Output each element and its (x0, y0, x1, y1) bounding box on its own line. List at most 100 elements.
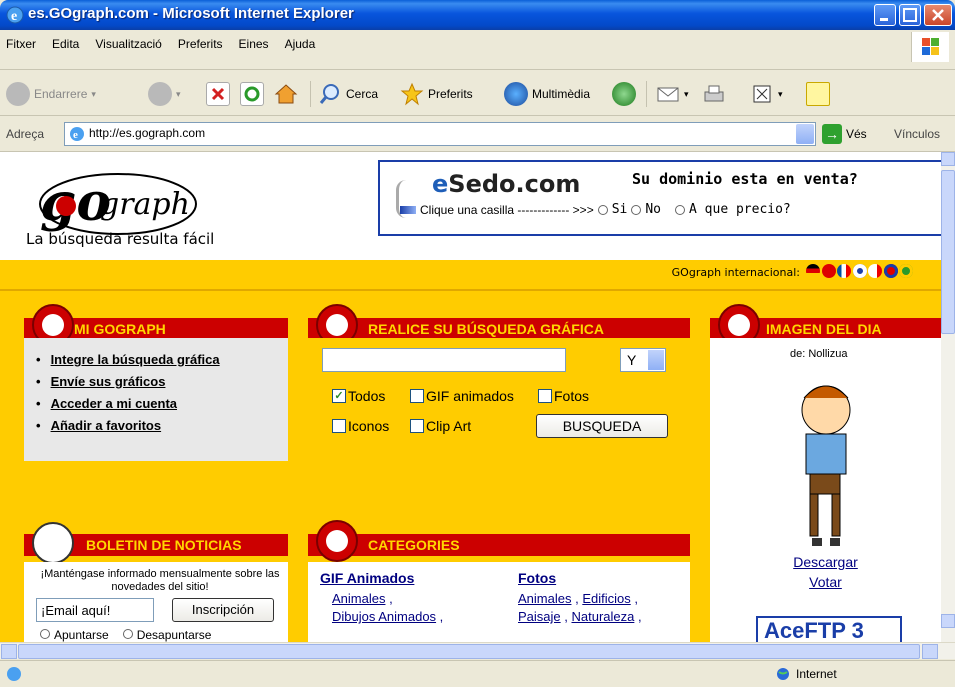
list-item: Acceder a mi cuenta (36, 396, 220, 418)
email-field[interactable] (36, 598, 154, 622)
menu-edita[interactable]: Edita (52, 37, 79, 51)
checkbox-clipart[interactable]: Clip Art (410, 418, 471, 434)
vertical-scrollbar[interactable] (941, 152, 955, 642)
history-button[interactable] (612, 81, 636, 107)
mail-button[interactable]: ▾ (656, 81, 689, 107)
search-title: REALICE SU BÚSQUEDA GRÁFICA (308, 318, 690, 340)
inscripcion-button[interactable]: Inscripción (172, 598, 274, 622)
link-envie[interactable]: Envíe sus gráficos (51, 374, 166, 389)
category-link[interactable]: Dibujos Animados (332, 609, 436, 624)
checkbox-iconos[interactable]: Iconos (332, 418, 389, 434)
messenger-button[interactable] (806, 81, 830, 107)
page-viewport: go graph La búsqueda resulta fácil eSedo… (0, 152, 941, 642)
search-input[interactable] (322, 348, 566, 372)
link-acceder[interactable]: Acceder a mi cuenta (51, 396, 177, 411)
address-input[interactable] (89, 126, 779, 140)
refresh-button[interactable] (240, 81, 264, 107)
flag-italy-icon[interactable] (868, 264, 882, 278)
boletin-radios: Apuntarse Desapuntarse (36, 628, 211, 642)
category-link[interactable]: Naturaleza (571, 609, 634, 624)
search-button[interactable]: Cerca (318, 81, 378, 107)
back-button[interactable]: Endarrere ▾ (6, 81, 96, 107)
media-button[interactable]: Multimèdia (504, 81, 590, 107)
close-button[interactable] (924, 4, 952, 26)
refresh-icon (240, 82, 264, 106)
category-heading[interactable]: GIF Animados (320, 570, 443, 586)
scroll-left-icon[interactable] (1, 644, 17, 659)
menu-visualitzacio[interactable]: Visualització (95, 37, 161, 51)
edit-icon (750, 82, 774, 106)
page-status-icon (7, 667, 21, 681)
slogan: La búsqueda resulta fácil (26, 230, 215, 248)
radio-desapuntarse[interactable]: Desapuntarse (119, 628, 211, 642)
home-button[interactable] (274, 81, 298, 107)
menu-bar: Fitxer Edita Visualització Preferits Ein… (0, 30, 955, 70)
boletin-panel: ¡Manténgase informado mensualmente sobre… (24, 562, 288, 642)
address-field[interactable]: e (64, 122, 816, 146)
category-heading[interactable]: Fotos (518, 570, 642, 586)
sedo-ad-banner[interactable]: eSedo.com Su dominio esta en venta? Cliq… (378, 160, 941, 236)
stop-button[interactable] (206, 81, 230, 107)
title-bar[interactable]: e es.GOgraph.com - Microsoft Internet Ex… (0, 0, 955, 30)
flag-germany-icon[interactable] (806, 264, 820, 278)
flag-brazil-icon[interactable] (899, 264, 913, 278)
link-favoritos[interactable]: Añadir a favoritos (51, 418, 162, 433)
security-zone: Internet (776, 667, 837, 681)
chevron-down-icon (648, 350, 664, 370)
scroll-down-icon[interactable] (941, 614, 955, 628)
category-fotos: Fotos Animales , Edificios , Paisaje , N… (518, 570, 642, 624)
vote-link[interactable]: Votar (710, 574, 941, 590)
menu-eines[interactable]: Eines (239, 37, 269, 51)
flag-france-icon[interactable] (837, 264, 851, 278)
print-button[interactable] (702, 81, 726, 107)
flag-china-icon[interactable] (821, 264, 836, 278)
ad-radio-no[interactable] (631, 204, 642, 215)
browser-window: e es.GOgraph.com - Microsoft Internet Ex… (0, 0, 955, 687)
scroll-right-icon[interactable] (922, 644, 938, 659)
star-icon (400, 82, 424, 106)
favorites-button[interactable]: Preferits (400, 81, 473, 107)
category-link[interactable]: Animales (332, 591, 385, 606)
international-bar: GOgraph internacional: (672, 264, 913, 281)
category-link[interactable]: Paisaje (518, 609, 561, 624)
edit-button[interactable]: ▾ (750, 81, 783, 107)
radio-apuntarse[interactable]: Apuntarse (36, 628, 109, 642)
imagen-dia-panel: de: Nollizua Descargar Votar AceFTP 3 (710, 338, 941, 642)
links-button[interactable]: Vínculos (894, 127, 940, 141)
svg-text:e: e (11, 9, 17, 24)
flag-uk-icon[interactable] (852, 264, 867, 278)
link-integre[interactable]: Integre la búsqueda gráfica (51, 352, 220, 367)
horizontal-scroll-thumb[interactable] (18, 644, 920, 659)
go-arrow-icon: → (822, 124, 842, 144)
menu-fitxer[interactable]: Fitxer (6, 37, 36, 51)
menu-ajuda[interactable]: Ajuda (285, 37, 316, 51)
scroll-up-icon[interactable] (941, 152, 955, 166)
search-type-select[interactable]: Y (620, 348, 666, 372)
vertical-scroll-thumb[interactable] (941, 170, 955, 334)
ad-radio-price[interactable] (675, 204, 686, 215)
ad-radio-si[interactable] (597, 204, 608, 215)
download-link[interactable]: Descargar (710, 554, 941, 570)
minimize-button[interactable] (874, 4, 896, 26)
address-dropdown-icon[interactable] (796, 124, 814, 144)
category-icon (316, 520, 358, 562)
category-link[interactable]: Edificios (582, 591, 630, 606)
ad-dots-icon (400, 205, 416, 214)
flag-norway-icon[interactable] (883, 264, 898, 278)
maximize-button[interactable] (899, 4, 921, 26)
busqueda-button[interactable]: BUSQUEDA (536, 414, 668, 438)
horizontal-scrollbar[interactable] (0, 642, 955, 659)
checkbox-fotos[interactable]: Fotos (538, 388, 589, 404)
category-link[interactable]: Animales (518, 591, 571, 606)
cartoon-boy-image[interactable] (790, 378, 860, 548)
checkbox-todos[interactable]: ✓ Todos (332, 388, 385, 404)
checkbox-gif[interactable]: GIF animados (410, 388, 514, 404)
printer-icon (702, 82, 726, 106)
menu-preferits[interactable]: Preferits (178, 37, 223, 51)
go-button[interactable]: → Vés (822, 124, 867, 144)
aceftp-banner[interactable]: AceFTP 3 (756, 616, 902, 642)
minimize-icon (880, 18, 888, 21)
forward-button[interactable]: ▾ (148, 81, 181, 107)
stop-icon (206, 82, 230, 106)
gograph-logo[interactable]: go graph (38, 166, 198, 236)
